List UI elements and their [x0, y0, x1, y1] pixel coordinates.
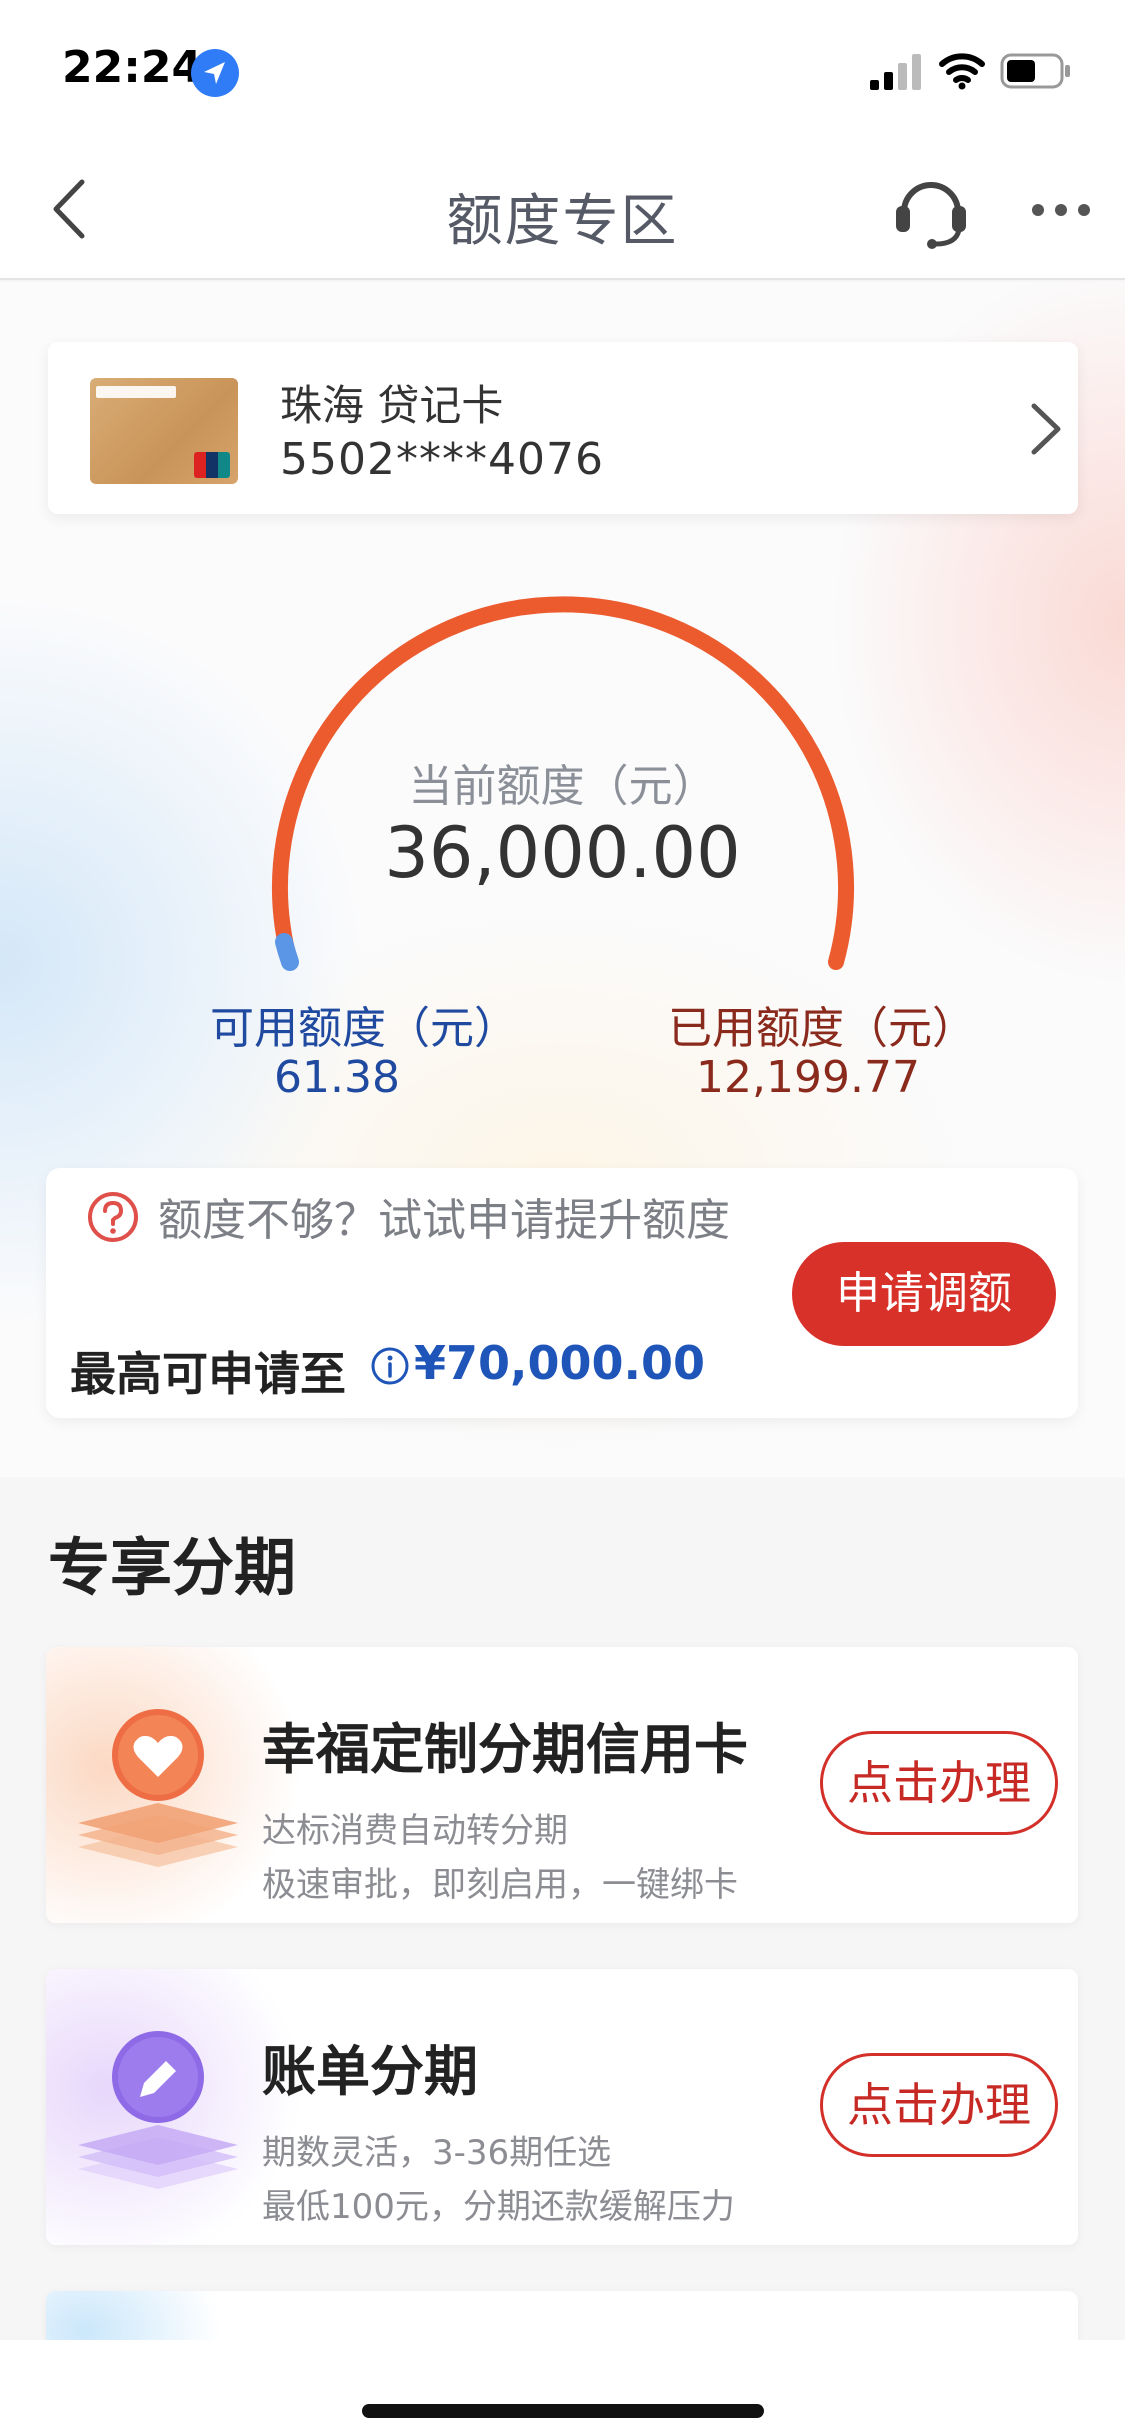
product-title: 账单分期: [262, 2040, 478, 2103]
credit-gauge: [272, 596, 854, 971]
product-description: 达标消费自动转分期: [262, 1811, 568, 1851]
heart-icon: [78, 1709, 238, 1867]
product-card-happiness[interactable]: 幸福定制分期信用卡 达标消费自动转分期 极速审批，即刻启用，一键绑卡 点击办理: [46, 1647, 1078, 1923]
used-credit-label: 已用额度（元）: [668, 1003, 976, 1054]
battery-icon: [1000, 53, 1070, 89]
product-title: 幸福定制分期信用卡: [262, 1718, 748, 1781]
question-icon: [88, 1192, 138, 1242]
credit-increase-card: 额度不够？试试申请提升额度 最高可申请至 ¥70,000.00 申请调额: [46, 1168, 1078, 1418]
used-credit-value: 12,199.77: [696, 1052, 920, 1103]
apply-adjustment-button[interactable]: 申请调额: [792, 1242, 1056, 1346]
location-arrow-icon: [191, 49, 239, 97]
current-credit-label: 当前额度（元）: [408, 761, 717, 812]
available-credit-label: 可用额度（元）: [210, 1003, 518, 1054]
status-time: 22:24: [62, 42, 203, 93]
credit-overview: 珠海 贷记卡 5502****4076 当前额度（元） 36,000.00 可用…: [0, 282, 1125, 1477]
pencil-icon: [78, 2031, 238, 2189]
apply-now-button[interactable]: 点击办理: [820, 2053, 1058, 2157]
cellular-signal-icon: [870, 54, 921, 90]
max-credit-value: ¥70,000.00: [414, 1336, 706, 1390]
installment-section: 专享分期 幸福定制分期信用卡 达标消费自动转分期 极速审批，即刻启用，一键绑卡 …: [0, 1477, 1125, 2411]
promo-title: 额度不够？试试申请提升额度: [158, 1195, 730, 1246]
bottom-safe-area: [0, 2340, 1125, 2435]
section-title: 专享分期: [48, 1531, 297, 1604]
wifi-icon: [939, 53, 985, 90]
max-credit-label: 最高可申请至: [70, 1347, 346, 1401]
apply-now-button[interactable]: 点击办理: [820, 1731, 1058, 1835]
status-bar: 22:24: [0, 0, 1125, 140]
more-icon[interactable]: [1030, 200, 1092, 220]
customer-service-icon[interactable]: [890, 170, 972, 250]
home-indicator[interactable]: [362, 2404, 764, 2418]
navigation-bar: 额度专区: [0, 140, 1125, 280]
info-icon[interactable]: [370, 1346, 410, 1386]
product-card-bill-installment[interactable]: 账单分期 期数灵活，3-36期任选 最低100元，分期还款缓解压力 点击办理: [46, 1969, 1078, 2245]
product-description: 期数灵活，3-36期任选: [262, 2133, 612, 2173]
available-credit-value: 61.38: [274, 1052, 400, 1103]
product-description: 最低100元，分期还款缓解压力: [262, 2187, 735, 2227]
product-description: 极速审批，即刻启用，一键绑卡: [262, 1865, 738, 1905]
current-credit-value: 36,000.00: [384, 812, 741, 894]
